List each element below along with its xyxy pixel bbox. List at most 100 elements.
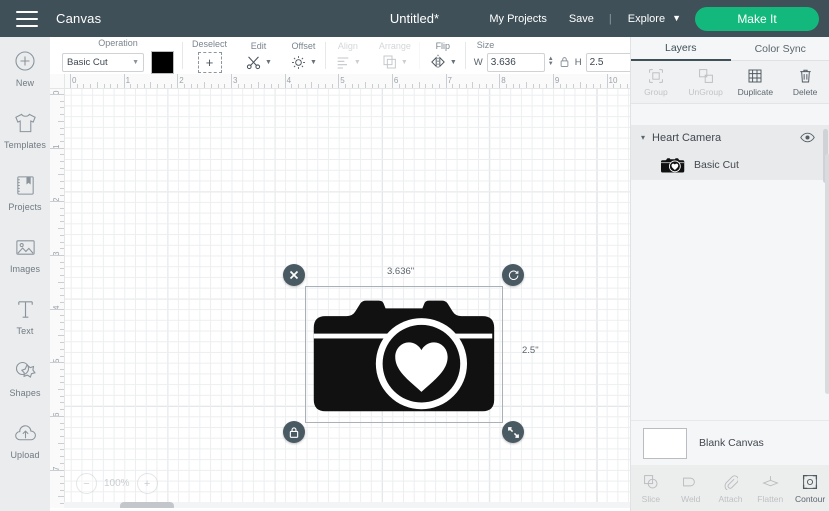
ruler-tick <box>60 436 64 438</box>
offset-button[interactable]: ▼ <box>290 54 317 71</box>
lock-handle[interactable] <box>283 421 305 443</box>
group-button[interactable]: Group <box>631 61 681 103</box>
save-button[interactable]: Save <box>569 13 594 25</box>
slice-button[interactable]: Slice <box>631 465 671 511</box>
flip-button[interactable]: ▼ <box>429 54 457 70</box>
ruler-tick <box>60 100 64 102</box>
group-icon <box>648 67 664 84</box>
arrange-button[interactable]: ▼ <box>382 54 408 70</box>
sidebar-label-templates: Templates <box>4 140 46 150</box>
toolbar-group-offset: Offset ▼ <box>281 37 326 74</box>
ruler-tick <box>60 275 64 277</box>
sidebar-item-shapes[interactable]: Shapes <box>0 347 50 409</box>
width-input[interactable]: 3.636 <box>486 52 545 72</box>
ungroup-button[interactable]: UnGroup <box>681 61 731 103</box>
operation-select[interactable]: Basic Cut ▼ <box>62 52 144 72</box>
group-label: Group <box>644 87 668 97</box>
hamburger-icon[interactable] <box>16 10 38 27</box>
ruler-tick <box>60 167 64 169</box>
sidebar-item-images[interactable]: Images <box>0 223 50 285</box>
ruler-tick <box>398 84 400 88</box>
cricut-design-space-app: Canvas Untitled* My Projects Save | Expl… <box>0 0 829 511</box>
weld-label: Weld <box>681 494 701 504</box>
delete-handle[interactable] <box>283 264 305 286</box>
sidebar-item-text[interactable]: Text <box>0 285 50 347</box>
ruler-tick <box>472 82 474 88</box>
heart-camera-artwork[interactable] <box>306 287 500 420</box>
align-button[interactable]: ▼ <box>335 54 361 70</box>
flatten-button[interactable]: Flatten <box>750 465 790 511</box>
duplicate-button[interactable]: Duplicate <box>731 61 781 103</box>
tab-color-sync[interactable]: Color Sync <box>730 37 829 61</box>
ruler-tick <box>60 395 64 397</box>
my-projects-link[interactable]: My Projects <box>489 13 546 25</box>
color-swatch[interactable] <box>151 50 174 74</box>
arrange-title: Arrange <box>378 41 411 51</box>
delete-button[interactable]: Delete <box>780 61 829 103</box>
ruler-tick <box>492 84 494 88</box>
lock-aspect-ratio-button[interactable] <box>559 56 570 68</box>
ruler-tick <box>412 84 414 88</box>
contour-button[interactable]: Contour <box>790 465 829 511</box>
toolbar-group-operation: Operation Basic Cut ▼ <box>50 37 183 74</box>
sidebar-item-upload[interactable]: Upload <box>0 409 50 471</box>
chevron-down-icon: ▼ <box>400 58 408 66</box>
edit-button[interactable]: ▼ <box>245 54 272 71</box>
operation-value: Basic Cut <box>67 56 108 68</box>
ruler-tick <box>60 208 64 209</box>
ruler-tick <box>50 254 64 256</box>
sidebar-label-upload: Upload <box>10 450 40 460</box>
ruler-tick <box>331 84 333 88</box>
rotate-handle[interactable] <box>502 264 524 286</box>
deselect-button[interactable]: + <box>197 51 222 73</box>
sidebar-item-templates[interactable]: Templates <box>0 99 50 161</box>
offset-title: Offset <box>291 40 316 51</box>
width-stepper[interactable]: ▲ ▼ <box>548 56 554 67</box>
close-icon <box>289 270 299 280</box>
canvas-color-row[interactable]: Blank Canvas <box>631 420 829 465</box>
weld-button[interactable]: Weld <box>671 465 711 511</box>
sidebar-label-projects: Projects <box>8 202 42 212</box>
ruler-tick <box>257 82 259 88</box>
sidebar-item-projects[interactable]: Projects <box>0 161 50 223</box>
make-it-button[interactable]: Make It <box>695 6 819 31</box>
ruler-tick <box>184 84 185 88</box>
tab-layers[interactable]: Layers <box>631 37 731 61</box>
ruler-tick <box>60 295 64 297</box>
ruler-tick <box>58 496 64 498</box>
ruler-tick <box>60 288 64 290</box>
layer-item-basic-cut[interactable]: Basic Cut <box>631 150 829 180</box>
layer-group-row[interactable]: ▾ Heart Camera <box>631 125 829 150</box>
contour-icon <box>802 472 818 491</box>
align-left-icon <box>335 54 351 70</box>
eye-icon[interactable] <box>800 132 815 143</box>
explore-label: Explore <box>627 12 666 25</box>
ruler-tick <box>143 84 145 88</box>
layer-group-name: Heart Camera <box>652 131 722 144</box>
top-bar-actions: My Projects Save | Explore ▼ Make It <box>478 0 829 37</box>
ruler-tick <box>130 84 132 88</box>
ruler-tick <box>60 140 64 142</box>
canvas-color-swatch[interactable] <box>643 427 687 459</box>
edit-toolbar: Operation Basic Cut ▼ Deselect + Edit ▼ … <box>50 37 741 75</box>
ruler-tick <box>358 84 360 88</box>
design-canvas[interactable]: 3.636" 2.5" 0 1 2 3 4 5 6 7 8 9 10 01234567 − 100%… <box>50 74 630 511</box>
top-bar-separator: | <box>608 12 612 25</box>
resize-handle[interactable] <box>502 421 524 443</box>
book-icon <box>12 172 38 198</box>
attach-button[interactable]: Attach <box>711 465 751 511</box>
zoom-in-button[interactable]: + <box>136 473 158 494</box>
caret-down-icon[interactable]: ▾ <box>641 133 645 142</box>
sidebar-item-new[interactable]: New <box>0 37 50 99</box>
chevron-down-icon: ▼ <box>132 58 139 66</box>
ruler-tick <box>230 74 232 88</box>
right-panel-scrollbar[interactable] <box>825 154 829 394</box>
ruler-tick <box>60 301 64 303</box>
left-sidebar: New Templates Projects Images Text Shape… <box>0 37 51 511</box>
zoom-out-button[interactable]: − <box>76 473 97 494</box>
ruler-tick <box>50 469 64 471</box>
ruler-tick <box>271 84 273 88</box>
explore-dropdown[interactable]: Explore ▼ <box>628 13 681 25</box>
toolbar-group-deselect: Deselect + <box>183 37 236 74</box>
ruler-tick <box>546 84 548 88</box>
